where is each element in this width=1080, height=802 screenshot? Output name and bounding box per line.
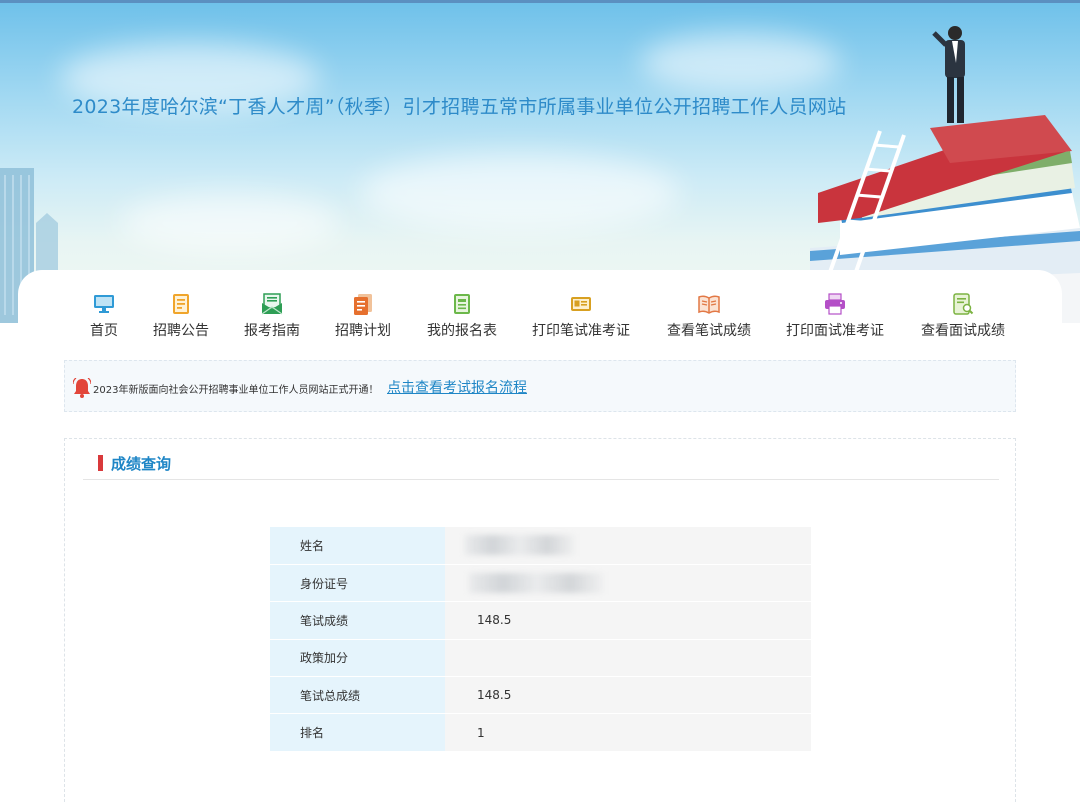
nav-item-written-scores[interactable]: 查看笔试成绩	[664, 292, 754, 342]
row-label-written-total: 笔试总成绩	[270, 676, 445, 714]
nav-label-announcements: 招聘公告	[153, 323, 209, 339]
nav-item-my-registration[interactable]: 我的报名表	[424, 292, 500, 342]
nav-item-announcements[interactable]: 招聘公告	[149, 292, 213, 342]
score-query-panel: 成绩查询 姓名 身份证号 笔试成绩 148.5 政策加分 笔试总成绩 148.5	[64, 438, 1016, 802]
nav-label-home: 首页	[90, 323, 118, 339]
table-row: 笔试总成绩 148.5	[270, 676, 811, 714]
main-nav: 首页 招聘公告 报考指南 招聘计划 我的报名表 打印笔试准考证 查看笔试成绩 打…	[0, 292, 1080, 342]
table-row: 政策加分	[270, 638, 811, 677]
row-label-written-score: 笔试成绩	[270, 601, 445, 640]
monitor-icon	[94, 295, 114, 313]
notice-doc-icon	[173, 294, 189, 314]
site-title: 2023年度哈尔滨“丁香人才周”（秋季）引才招聘五常市所属事业单位公开招聘工作人…	[72, 96, 847, 118]
score-table: 姓名 身份证号 笔试成绩 148.5 政策加分 笔试总成绩 148.5 排名 1	[270, 527, 811, 752]
row-value-rank: 1	[445, 713, 811, 752]
table-row: 姓名	[270, 527, 811, 565]
nav-label-print-interview-admission: 打印面试准考证	[786, 323, 884, 339]
row-value-policy-bonus	[445, 638, 811, 677]
nav-label-written-scores: 查看笔试成绩	[667, 323, 751, 339]
nav-label-print-written-admission: 打印笔试准考证	[532, 323, 630, 339]
section-marker	[98, 455, 103, 471]
row-value-name	[445, 527, 811, 565]
cloud-decoration	[120, 193, 340, 253]
table-row: 笔试成绩 148.5	[270, 601, 811, 640]
bell-icon	[73, 378, 91, 398]
row-value-written-total: 148.5	[445, 676, 811, 714]
form-icon	[454, 294, 470, 314]
row-label-rank: 排名	[270, 713, 445, 752]
nav-label-guide: 报考指南	[244, 323, 300, 339]
nav-item-interview-scores[interactable]: 查看面试成绩	[918, 292, 1008, 342]
row-label-name: 姓名	[270, 527, 445, 565]
open-book-icon	[698, 295, 720, 314]
nav-item-print-interview-admission[interactable]: 打印面试准考证	[784, 292, 886, 342]
nav-item-home[interactable]: 首页	[84, 292, 124, 342]
nav-label-plan: 招聘计划	[335, 323, 391, 339]
registration-process-link[interactable]: 点击查看考试报名流程	[387, 377, 527, 397]
cloud-decoration	[360, 153, 680, 233]
nav-label-my-registration: 我的报名表	[427, 323, 497, 339]
row-value-written-score: 148.5	[445, 601, 811, 640]
nav-label-interview-scores: 查看面试成绩	[921, 323, 1005, 339]
redacted-mask	[469, 573, 604, 594]
nav-item-guide[interactable]: 报考指南	[240, 292, 304, 342]
table-row: 身份证号	[270, 563, 811, 602]
row-label-policy-bonus: 政策加分	[270, 638, 445, 677]
doc-search-icon	[953, 293, 974, 315]
section-title: 成绩查询	[111, 455, 172, 473]
notice-bar: 2023年新版面向社会公开招聘事业单位工作人员网站正式开通！ 点击查看考试报名流…	[64, 360, 1016, 412]
row-label-id-number: 身份证号	[270, 563, 445, 602]
section-divider	[83, 479, 999, 480]
plan-doc-icon	[354, 294, 372, 315]
id-card-icon	[571, 297, 591, 311]
nav-item-print-written-admission[interactable]: 打印笔试准考证	[530, 292, 632, 342]
notice-text: 2023年新版面向社会公开招聘事业单位工作人员网站正式开通！	[93, 385, 379, 396]
printer-icon	[825, 293, 845, 315]
redacted-mask	[465, 535, 575, 556]
mail-guide-icon	[261, 293, 283, 315]
row-value-id-number	[445, 563, 811, 602]
nav-item-plan[interactable]: 招聘计划	[331, 292, 395, 342]
table-row: 排名 1	[270, 713, 811, 752]
